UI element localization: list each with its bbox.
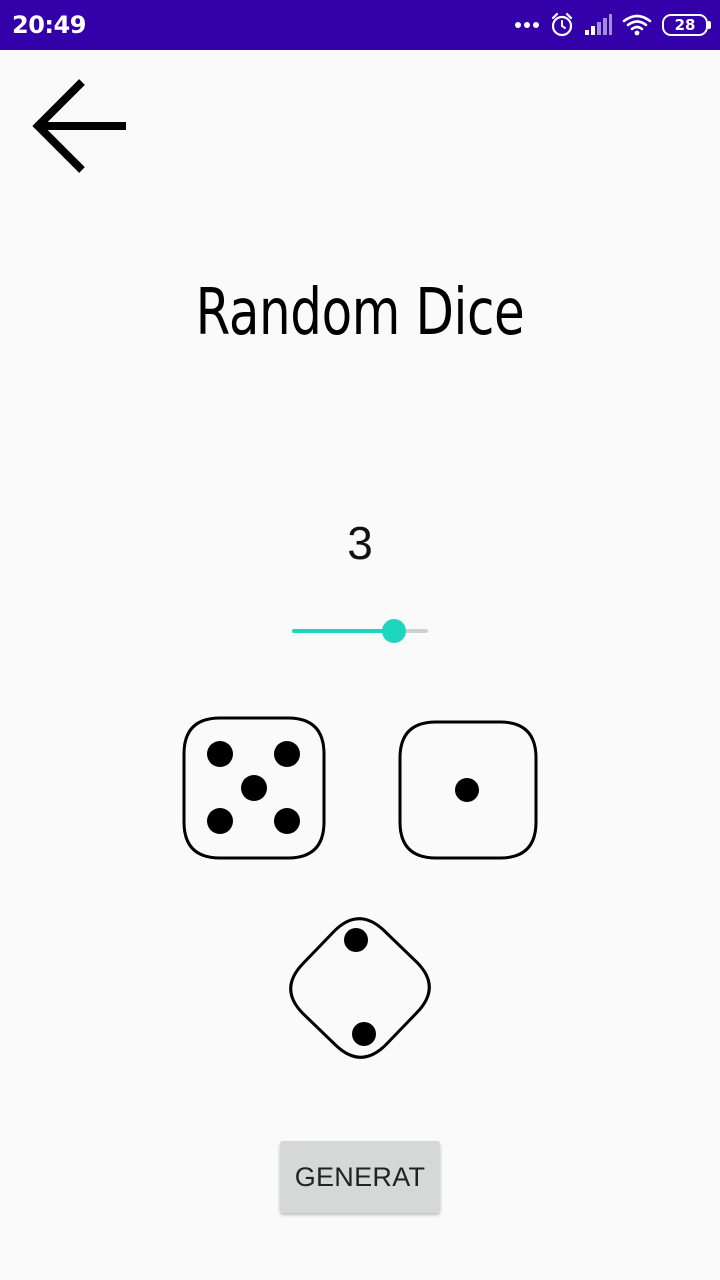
slider-fill (292, 629, 394, 633)
dice-count-value: 3 (347, 517, 373, 569)
alarm-icon (551, 12, 573, 37)
dice-count-slider[interactable] (292, 616, 428, 646)
generate-button[interactable]: GENERAT (280, 1141, 440, 1213)
app-screen: 20:49 28 Random Dice 3 GENERAT (0, 0, 720, 1280)
die-five (182, 716, 326, 860)
wifi-icon (622, 14, 652, 36)
die-pip (274, 808, 300, 834)
die-pip (455, 778, 479, 802)
status-bar: 20:49 28 (0, 0, 720, 50)
arrow-left-icon (32, 79, 126, 173)
die-pip (207, 808, 233, 834)
die-pip (344, 928, 368, 952)
status-time: 20:49 (12, 11, 86, 39)
page-title: Random Dice (195, 276, 525, 350)
die-pip (352, 1022, 376, 1046)
battery-icon: 28 (662, 14, 711, 36)
die-pip (274, 741, 300, 767)
die-pip (207, 741, 233, 767)
die-one (398, 720, 538, 860)
signal-icon (585, 14, 612, 35)
die-pip (241, 775, 267, 801)
slider-thumb[interactable] (382, 619, 406, 643)
back-button[interactable] (18, 68, 134, 184)
status-icons: 28 (514, 8, 711, 42)
more-dots-icon (515, 22, 539, 28)
die-two (289, 917, 431, 1059)
